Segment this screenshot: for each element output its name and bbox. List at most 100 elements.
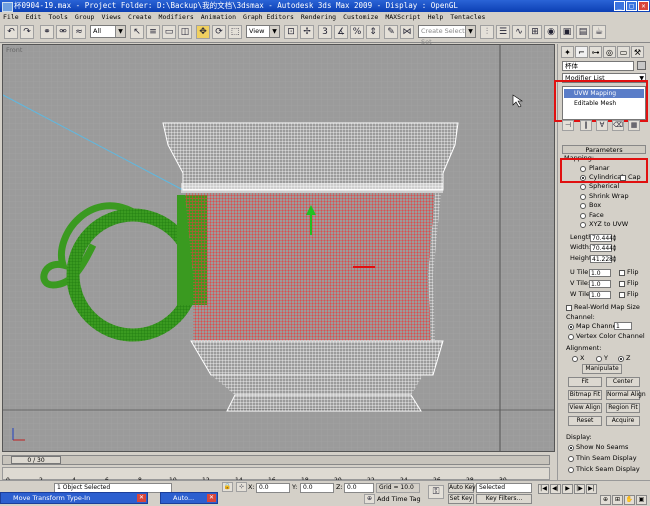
wtile-spinner[interactable]: 1.0: [589, 291, 611, 299]
width-spinner-arrows[interactable]: ▲ ▼: [613, 244, 617, 252]
add-time-tag-label[interactable]: Add Time Tag: [377, 494, 421, 504]
go-to-start-icon[interactable]: |◀: [538, 484, 549, 494]
radio-axis-z[interactable]: [618, 356, 624, 362]
v-flip-checkbox[interactable]: [619, 281, 625, 287]
y-coordinate-field[interactable]: 0.0: [300, 483, 334, 493]
motion-tab-icon[interactable]: ◎: [603, 46, 616, 58]
snaps-toggle-icon[interactable]: 3: [318, 25, 332, 39]
utilities-tab-icon[interactable]: ⚒: [631, 46, 644, 58]
menu-rendering[interactable]: Rendering: [301, 13, 336, 21]
absolute-mode-icon[interactable]: ⊹: [236, 482, 247, 492]
select-link-icon[interactable]: ⚭: [40, 25, 54, 39]
material-editor-icon[interactable]: ◉: [544, 25, 558, 39]
select-and-scale-icon[interactable]: ⬚: [228, 25, 242, 39]
map-channel-spinner[interactable]: 1: [614, 322, 632, 330]
zoom-all-icon[interactable]: ⊞: [612, 495, 623, 505]
pin-stack-icon[interactable]: ⊣: [562, 120, 574, 131]
time-tag-icon[interactable]: ⊕: [364, 494, 375, 504]
radio-xyz-to-uvw[interactable]: [580, 222, 586, 228]
menu-group[interactable]: Group: [75, 13, 95, 21]
pivot-center-icon[interactable]: ⊡: [284, 25, 298, 39]
radio-vertex-color-channel[interactable]: [568, 334, 574, 340]
viewport-label[interactable]: Front: [6, 46, 22, 54]
spinner-snap-icon[interactable]: ⇕: [366, 25, 380, 39]
remove-modifier-icon[interactable]: ⌫: [612, 120, 624, 131]
mirror-icon[interactable]: ⋈: [400, 25, 414, 39]
radio-shrink-wrap[interactable]: [580, 194, 586, 200]
display-tab-icon[interactable]: ▭: [617, 46, 630, 58]
menu-animation[interactable]: Animation: [201, 13, 236, 21]
key-icon[interactable]: ⚿: [428, 485, 444, 499]
reference-coordinate-dropdown[interactable]: View ▼: [246, 25, 280, 38]
time-slider-thumb[interactable]: 0 / 30: [11, 456, 61, 464]
time-slider[interactable]: 0 / 30: [2, 455, 550, 465]
menu-tentacles[interactable]: Tentacles: [450, 13, 485, 21]
unlink-icon[interactable]: ⚮: [56, 25, 70, 39]
angle-snap-icon[interactable]: ∡: [334, 25, 348, 39]
create-tab-icon[interactable]: ✦: [561, 46, 574, 58]
minimize-icon[interactable]: _: [614, 1, 625, 11]
render-production-icon[interactable]: ☕: [592, 25, 606, 39]
radio-face[interactable]: [580, 213, 586, 219]
menu-file[interactable]: File: [3, 13, 19, 21]
radio-box[interactable]: [580, 203, 586, 209]
rectangular-selection-icon[interactable]: ▭: [162, 25, 176, 39]
named-selection-set-dropdown[interactable]: Create Selection Set ▼: [418, 25, 476, 46]
go-to-end-icon[interactable]: ▶|: [586, 484, 597, 494]
acquire-button[interactable]: Acquire: [606, 416, 640, 426]
taskbar-item-auto[interactable]: Auto... ✕: [160, 492, 218, 504]
region-fit-button[interactable]: Region Fit: [606, 403, 640, 413]
make-unique-icon[interactable]: ∀: [596, 120, 608, 131]
x-coordinate-field[interactable]: 0.0: [256, 483, 290, 493]
selection-filter-dropdown[interactable]: All ▼: [90, 25, 126, 38]
menu-tools[interactable]: Tools: [48, 13, 68, 21]
bind-spacewarp-icon[interactable]: ≈: [72, 25, 86, 39]
radio-thick-seam[interactable]: [568, 467, 574, 473]
manipulate-icon[interactable]: ✢: [300, 25, 314, 39]
select-and-move-icon[interactable]: ✥: [196, 25, 210, 39]
select-and-rotate-icon[interactable]: ⟳: [212, 25, 226, 39]
edit-named-selection-icon[interactable]: ✎: [384, 25, 398, 39]
key-filters-button[interactable]: Key Filters...: [476, 494, 532, 504]
modify-tab-icon[interactable]: ⌐: [575, 46, 588, 58]
key-mode-dropdown[interactable]: Selected: [476, 483, 532, 493]
set-key-button[interactable]: Set Key: [448, 494, 474, 504]
zoom-icon[interactable]: ⊕: [600, 495, 611, 505]
object-name-field[interactable]: 杯体: [562, 61, 634, 71]
menu-create[interactable]: Create: [128, 13, 151, 21]
fit-button[interactable]: Fit: [568, 377, 602, 387]
radio-spherical[interactable]: [580, 184, 586, 190]
utile-spinner[interactable]: 1.0: [589, 269, 611, 277]
radio-axis-x[interactable]: [572, 356, 578, 362]
object-color-swatch[interactable]: [637, 61, 646, 70]
height-spinner[interactable]: 41.228: [590, 255, 613, 263]
menu-maxscript[interactable]: MAXScript: [385, 13, 420, 21]
taskbar-item-move-transform[interactable]: Move Transform Type-In ✕: [0, 492, 148, 504]
height-spinner-arrows[interactable]: ▲ ▼: [613, 255, 617, 263]
undo-icon[interactable]: ↶: [4, 25, 18, 39]
render-setup-icon[interactable]: ▣: [560, 25, 574, 39]
view-align-button[interactable]: View Align: [568, 403, 602, 413]
u-flip-checkbox[interactable]: [619, 270, 625, 276]
menu-edit[interactable]: Edit: [26, 13, 42, 21]
window-crossing-icon[interactable]: ◫: [178, 25, 192, 39]
close-icon[interactable]: ✕: [638, 1, 649, 11]
radio-show-no-seams[interactable]: [568, 445, 574, 451]
w-flip-checkbox[interactable]: [619, 292, 625, 298]
play-icon[interactable]: ▶: [562, 484, 573, 494]
menu-customize[interactable]: Customize: [343, 13, 378, 21]
curve-editor-icon[interactable]: ∿: [512, 25, 526, 39]
radio-map-channel[interactable]: [568, 324, 574, 330]
rendered-frame-window-icon[interactable]: ▤: [576, 25, 590, 39]
center-button[interactable]: Center: [606, 377, 640, 387]
vtile-spinner[interactable]: 1.0: [589, 280, 611, 288]
reset-button[interactable]: Reset: [568, 416, 602, 426]
next-frame-icon[interactable]: |▶: [574, 484, 585, 494]
parameters-rollout[interactable]: Parameters: [562, 145, 646, 154]
length-spinner-arrows[interactable]: ▲ ▼: [613, 234, 617, 242]
front-viewport[interactable]: Front: [2, 44, 555, 452]
menu-help[interactable]: Help: [428, 13, 444, 21]
select-object-icon[interactable]: ↖: [130, 25, 144, 39]
auto-key-button[interactable]: Auto Key: [448, 483, 476, 493]
bitmap-fit-button[interactable]: Bitmap Fit: [568, 390, 602, 400]
